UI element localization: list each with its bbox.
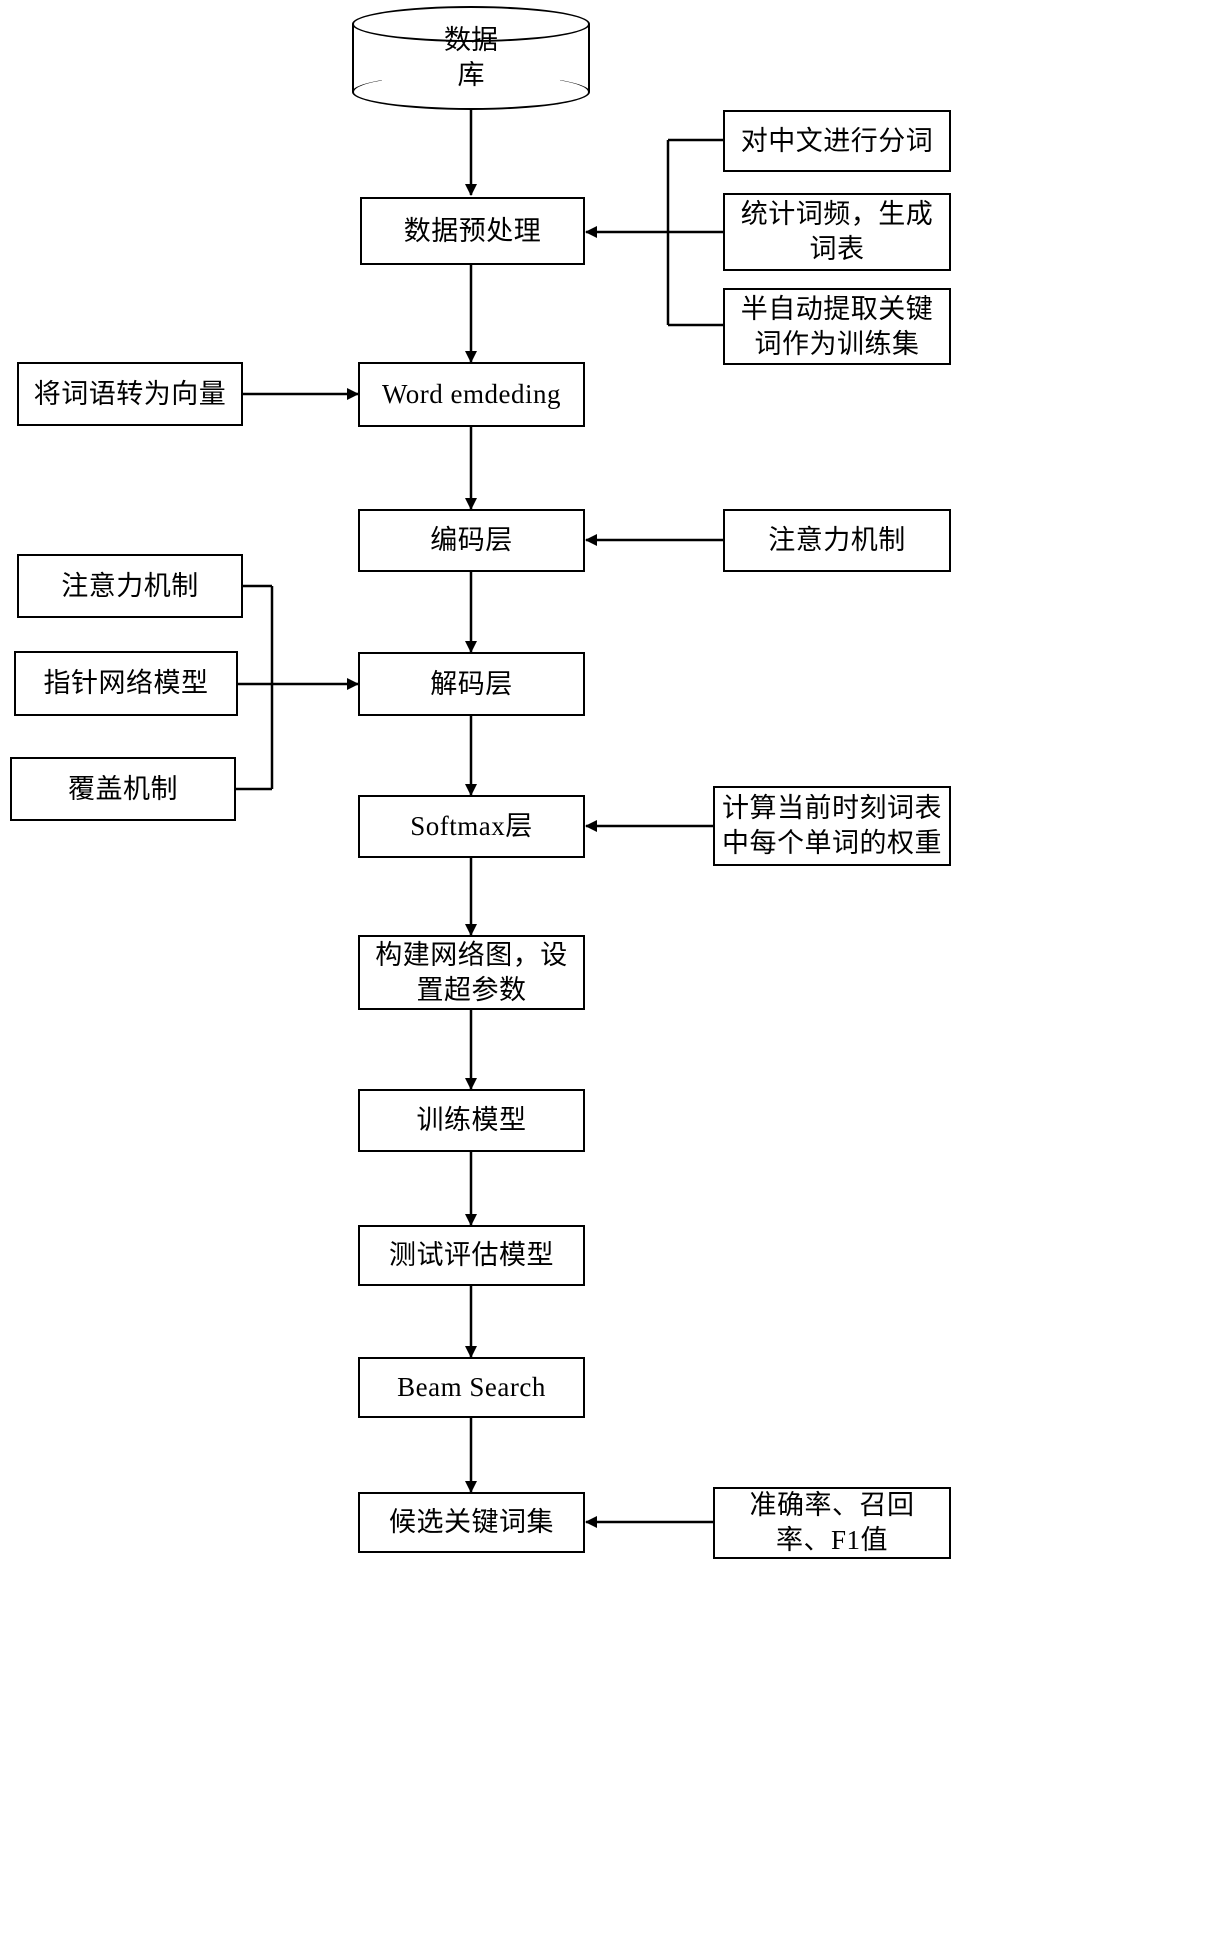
node-candidate-keywords[interactable]: 候选关键词集 <box>358 1492 585 1553</box>
annotation-attention-encoder-label: 注意力机制 <box>768 525 906 556</box>
annotation-weight-calculation[interactable]: 计算当前时刻词表 中每个单词的权重 <box>713 786 951 866</box>
node-build-graph[interactable]: 构建网络图，设 置超参数 <box>358 935 585 1010</box>
node-decoder[interactable]: 解码层 <box>358 652 585 716</box>
annotation-semi-auto-extract[interactable]: 半自动提取关键 词作为训练集 <box>723 288 951 365</box>
node-softmax[interactable]: Softmax层 <box>358 795 585 858</box>
annotation-attention-encoder[interactable]: 注意力机制 <box>723 509 951 572</box>
annotation-pointer-network-label: 指针网络模型 <box>43 668 209 699</box>
annotation-coverage-mechanism-label: 覆盖机制 <box>68 773 178 804</box>
annotation-attention-decoder[interactable]: 注意力机制 <box>17 554 243 618</box>
node-evaluate[interactable]: 测试评估模型 <box>358 1225 585 1286</box>
node-encoder[interactable]: 编码层 <box>358 509 585 572</box>
annotation-semi-auto-extract-label: 半自动提取关键 词作为训练集 <box>740 293 934 359</box>
node-preprocess[interactable]: 数据预处理 <box>360 197 585 265</box>
node-evaluate-label: 测试评估模型 <box>389 1240 554 1271</box>
node-decoder-label: 解码层 <box>430 668 513 699</box>
node-preprocess-label: 数据预处理 <box>403 215 542 246</box>
node-train-label: 训练模型 <box>416 1105 527 1136</box>
annotation-word-frequency[interactable]: 统计词频，生成 词表 <box>723 193 951 271</box>
annotation-segmentation-label: 对中文进行分词 <box>740 125 934 156</box>
node-embedding[interactable]: Word emdeding <box>358 362 585 427</box>
annotation-metrics-label: 准确率、召回 率、F1值 <box>749 1490 915 1555</box>
node-candidate-keywords-label: 候选关键词集 <box>389 1507 554 1538</box>
node-beam-search[interactable]: Beam Search <box>358 1357 585 1418</box>
node-build-graph-label: 构建网络图，设 置超参数 <box>375 939 568 1005</box>
node-train[interactable]: 训练模型 <box>358 1089 585 1152</box>
annotation-word2vec-label: 将词语转为向量 <box>33 378 227 409</box>
annotation-word2vec[interactable]: 将词语转为向量 <box>17 362 243 426</box>
node-embedding-label: Word emdeding <box>381 379 562 410</box>
annotation-coverage-mechanism[interactable]: 覆盖机制 <box>10 757 236 821</box>
node-encoder-label: 编码层 <box>430 525 513 556</box>
annotation-segmentation[interactable]: 对中文进行分词 <box>723 110 951 172</box>
database-label: 数据 库 <box>444 24 498 90</box>
connector-layer <box>236 110 723 1528</box>
database-node: 数据 库 <box>352 6 590 110</box>
flowchart-canvas: 数据 库 数据预处理 Word emdeding 编码层 解码层 Softmax… <box>0 0 1209 1946</box>
annotation-weight-calculation-label: 计算当前时刻词表 中每个单词的权重 <box>722 793 942 858</box>
annotation-metrics[interactable]: 准确率、召回 率、F1值 <box>713 1487 951 1559</box>
node-beam-search-label: Beam Search <box>397 1372 546 1403</box>
annotation-attention-decoder-label: 注意力机制 <box>61 570 199 601</box>
annotation-pointer-network[interactable]: 指针网络模型 <box>14 651 238 716</box>
annotation-word-frequency-label: 统计词频，生成 词表 <box>740 199 934 264</box>
node-softmax-label: Softmax层 <box>410 811 533 842</box>
